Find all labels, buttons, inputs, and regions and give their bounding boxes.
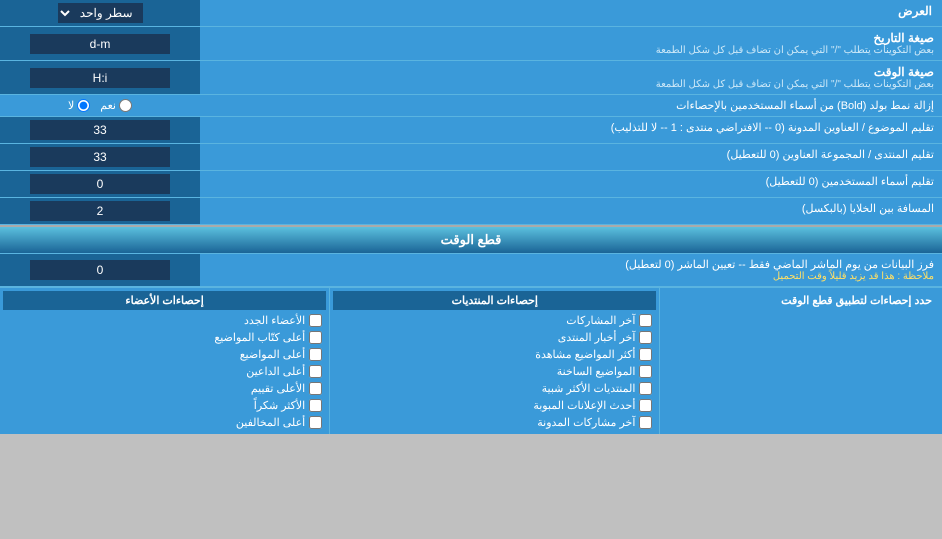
snapshot-filter-input-cell — [0, 254, 200, 286]
bold-remove-label: إزالة نمط بولد (Bold) من أسماء المستخدمي… — [200, 95, 942, 116]
member-stat-item-3[interactable]: أعلى الداعين — [3, 363, 326, 380]
member-stats-header: إحصاءات الأعضاء — [3, 291, 326, 310]
forum-stat-cb-0[interactable] — [639, 314, 652, 327]
bold-no-radio[interactable] — [77, 99, 90, 112]
member-stat-item-5[interactable]: الأكثر شكراً — [3, 397, 326, 414]
forum-headers-label: تقليم المنتدى / المجموعة العناوين (0 للت… — [200, 144, 942, 170]
member-stat-cb-4[interactable] — [309, 382, 322, 395]
forum-stats-column: إحصاءات المنتديات آخر المشاركات آخر أخبا… — [329, 288, 659, 434]
bold-no-label[interactable]: لا — [68, 99, 90, 112]
snapshot-section-header: قطع الوقت — [0, 225, 942, 254]
display-select[interactable]: سطر واحد — [58, 3, 143, 23]
forum-stat-cb-4[interactable] — [639, 382, 652, 395]
topic-headers-input[interactable] — [30, 120, 170, 140]
member-stat-cb-2[interactable] — [309, 348, 322, 361]
member-stat-cb-1[interactable] — [309, 331, 322, 344]
bold-remove-radio-cell: نعم لا — [0, 95, 200, 116]
forum-headers-input-cell — [0, 144, 200, 170]
forum-stat-item-5[interactable]: أحدث الإعلانات المبوبة — [333, 397, 656, 414]
date-format-input[interactable] — [30, 34, 170, 54]
snapshot-filter-input[interactable] — [30, 260, 170, 280]
forum-stat-item-6[interactable]: آخر مشاركات المدونة — [333, 414, 656, 431]
forum-stats-header: إحصاءات المنتديات — [333, 291, 656, 310]
member-stats-column: إحصاءات الأعضاء الأعضاء الجدد أعلى كتّاب… — [0, 288, 329, 434]
topic-headers-input-cell — [0, 117, 200, 143]
forum-stat-cb-5[interactable] — [639, 399, 652, 412]
member-stat-item-0[interactable]: الأعضاء الجدد — [3, 312, 326, 329]
time-format-input[interactable] — [30, 68, 170, 88]
forum-stat-item-0[interactable]: آخر المشاركات — [333, 312, 656, 329]
date-format-label: صيغة التاريخ بعض التكوينات يتطلب "/" الت… — [200, 27, 942, 60]
forum-headers-input[interactable] — [30, 147, 170, 167]
date-format-input-cell — [0, 27, 200, 60]
cell-spacing-label: المسافة بين الخلايا (بالبكسل) — [200, 198, 942, 224]
usernames-input-cell — [0, 171, 200, 197]
cell-spacing-input-cell — [0, 198, 200, 224]
display-select-cell[interactable]: سطر واحد — [0, 0, 200, 26]
member-stat-cb-3[interactable] — [309, 365, 322, 378]
member-stat-item-2[interactable]: أعلى المواضيع — [3, 346, 326, 363]
forum-stat-item-3[interactable]: المواضيع الساخنة — [333, 363, 656, 380]
forum-stat-cb-6[interactable] — [639, 416, 652, 429]
limit-label-cell: حدد إحصاءات لتطبيق قطع الوقت — [659, 288, 942, 434]
forum-stat-cb-3[interactable] — [639, 365, 652, 378]
bold-yes-label[interactable]: نعم — [100, 99, 132, 112]
forum-stat-item-2[interactable]: أكثر المواضيع مشاهدة — [333, 346, 656, 363]
member-stat-item-6[interactable]: أعلى المخالفين — [3, 414, 326, 431]
snapshot-filter-label: فرز البيانات من يوم الماشر الماضي فقط --… — [200, 254, 942, 286]
member-stat-item-4[interactable]: الأعلى تقييم — [3, 380, 326, 397]
time-format-label: صيغة الوقت بعض التكوينات يتطلب "/" التي … — [200, 61, 942, 94]
member-stat-cb-5[interactable] — [309, 399, 322, 412]
forum-stat-item-1[interactable]: آخر أخبار المنتدى — [333, 329, 656, 346]
member-stat-cb-6[interactable] — [309, 416, 322, 429]
forum-stat-item-4[interactable]: المنتديات الأكثر شبية — [333, 380, 656, 397]
cell-spacing-input[interactable] — [30, 201, 170, 221]
section-label: العرض — [200, 0, 942, 26]
usernames-input[interactable] — [30, 174, 170, 194]
member-stat-cb-0[interactable] — [309, 314, 322, 327]
bold-yes-radio[interactable] — [119, 99, 132, 112]
forum-stat-cb-2[interactable] — [639, 348, 652, 361]
time-format-input-cell — [0, 61, 200, 94]
member-stat-item-1[interactable]: أعلى كتّاب المواضيع — [3, 329, 326, 346]
usernames-label: تقليم أسماء المستخدمين (0 للتعطيل) — [200, 171, 942, 197]
topic-headers-label: تقليم الموضوع / العناوين المدونة (0 -- ا… — [200, 117, 942, 143]
forum-stat-cb-1[interactable] — [639, 331, 652, 344]
